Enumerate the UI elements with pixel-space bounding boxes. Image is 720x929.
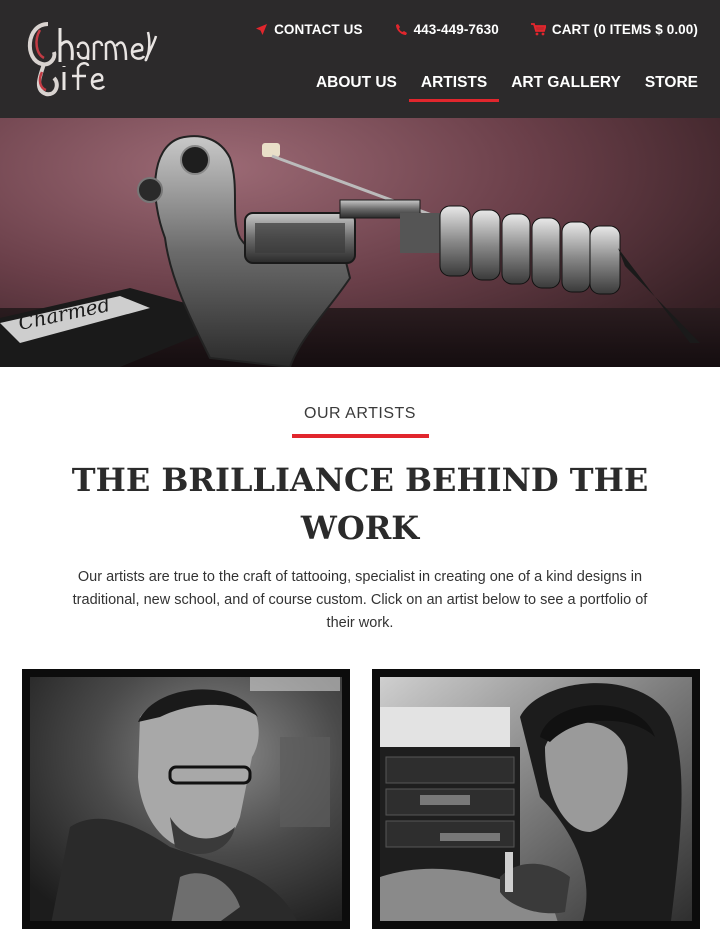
tattoo-machine-illustration: Charmed bbox=[0, 135, 720, 367]
nav-store[interactable]: STORE bbox=[633, 72, 698, 102]
paper-plane-icon bbox=[256, 24, 268, 35]
cart-label: CART (0 ITEMS $ 0.00) bbox=[551, 22, 698, 37]
intro-text: Our artists are true to the craft of tat… bbox=[72, 569, 648, 631]
hero-image: Charmed bbox=[0, 118, 720, 367]
cart-icon bbox=[530, 23, 546, 36]
phone-icon bbox=[395, 24, 407, 35]
nav-about-us[interactable]: ABOUT US bbox=[304, 72, 409, 102]
contact-label: CONTACT US bbox=[274, 22, 363, 37]
artist-1-image bbox=[30, 677, 342, 921]
section-kicker: OUR ARTISTS bbox=[304, 405, 416, 422]
artist-photo bbox=[380, 677, 692, 921]
utility-bar: CONTACT US 443-449-7630 CART (0 ITEMS $ … bbox=[255, 22, 698, 37]
logo[interactable] bbox=[20, 14, 160, 100]
logo-image bbox=[27, 22, 158, 97]
nav-artists[interactable]: ARTISTS bbox=[408, 72, 500, 102]
cart-link[interactable]: CART (0 ITEMS $ 0.00) bbox=[530, 22, 698, 37]
phone-label: 443-449-7630 bbox=[413, 22, 499, 37]
artist-photo bbox=[30, 677, 342, 921]
artist-card-1[interactable] bbox=[22, 669, 350, 929]
main-nav: ABOUT US ARTISTS ART GALLERY STORE bbox=[304, 72, 698, 102]
artist-card-2[interactable] bbox=[372, 669, 700, 929]
contact-link[interactable]: CONTACT US bbox=[255, 22, 363, 37]
artist-2-image bbox=[380, 677, 692, 921]
nav-art-gallery[interactable]: ART GALLERY bbox=[499, 72, 633, 102]
kicker-underline bbox=[292, 434, 429, 438]
phone-link[interactable]: 443-449-7630 bbox=[395, 22, 499, 37]
page-title: THE BRILLIANCE BEHIND THE WORK bbox=[71, 461, 649, 547]
site-header: CONTACT US 443-449-7630 CART (0 ITEMS $ … bbox=[0, 0, 720, 118]
